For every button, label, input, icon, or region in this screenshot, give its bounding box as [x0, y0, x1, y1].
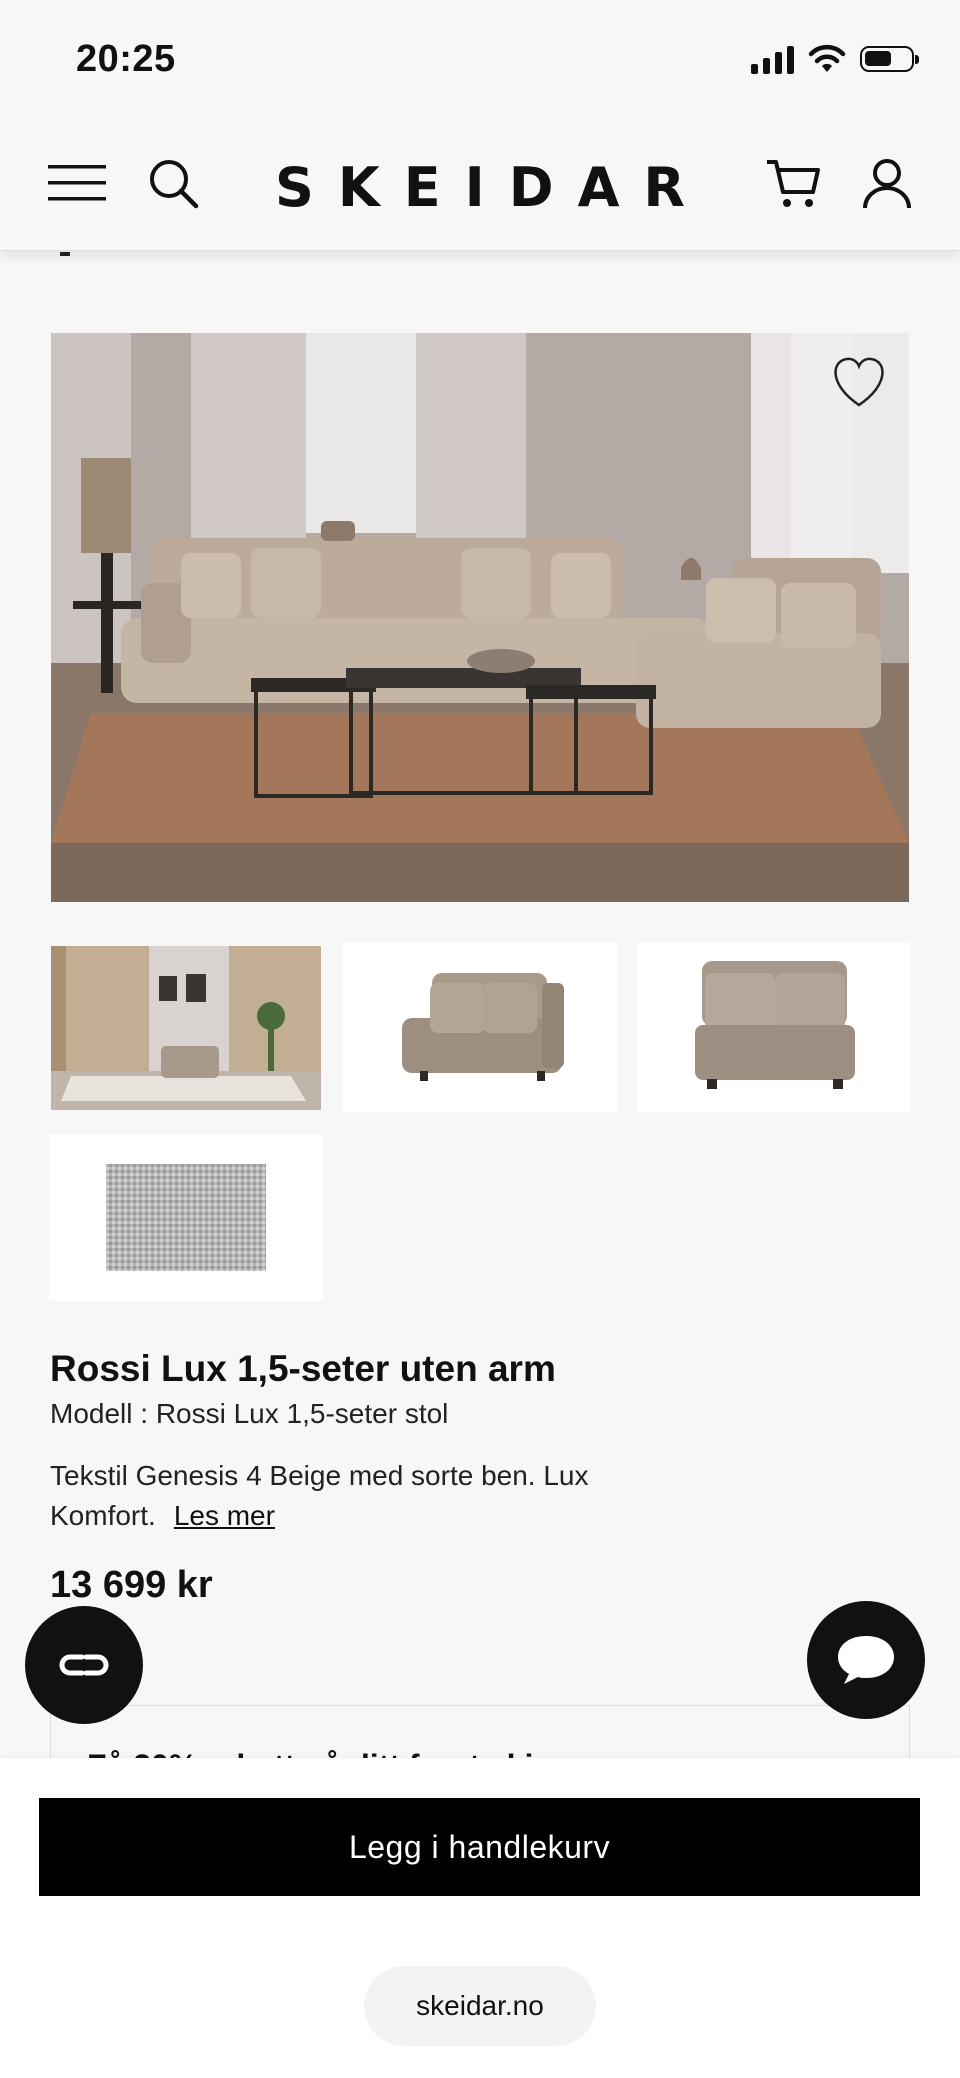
user-icon[interactable]	[860, 156, 914, 212]
site-header: SKEIDAR	[0, 120, 960, 251]
scrolled-content-fragment	[60, 252, 70, 256]
chat-icon[interactable]	[807, 1601, 925, 1719]
bottom-action-sheet: Legg i handlekurv skeidar.no	[0, 1758, 960, 2078]
favorite-heart-icon[interactable]	[823, 353, 895, 417]
add-to-cart-button[interactable]: Legg i handlekurv	[39, 1798, 920, 1896]
product-title: Rossi Lux 1,5-seter uten arm	[50, 1348, 556, 1389]
status-bar: 20:25	[0, 0, 960, 120]
status-time: 20:25	[76, 38, 176, 80]
wifi-icon	[808, 44, 846, 72]
browser-url-bar[interactable]: skeidar.no	[364, 1966, 596, 2046]
thumbnail-room-scene[interactable]	[51, 946, 321, 1110]
product-main-image[interactable]	[51, 333, 909, 902]
thumbnail-chair-angled[interactable]	[342, 943, 617, 1112]
product-price: 13 699 kr	[50, 1564, 213, 1606]
cellular-signal-icon	[751, 44, 794, 74]
loop-icon[interactable]	[25, 1606, 143, 1724]
product-model: Modell : Rossi Lux 1,5-seter stol	[50, 1398, 449, 1429]
promo-banner[interactable]: Få 20% rabatt på ditt første kjøp	[50, 1705, 910, 1766]
description-text: Tekstil Genesis 4 Beige med sorte ben. L…	[50, 1460, 589, 1531]
thumbnail-chair-front[interactable]	[637, 943, 911, 1112]
battery-icon	[860, 46, 919, 72]
read-more-link[interactable]: Les mer	[174, 1500, 275, 1531]
product-description: Tekstil Genesis 4 Beige med sorte ben. L…	[50, 1456, 710, 1536]
cart-icon[interactable]	[764, 156, 822, 212]
status-icons	[751, 44, 919, 74]
thumbnail-fabric-swatch[interactable]	[49, 1134, 323, 1301]
